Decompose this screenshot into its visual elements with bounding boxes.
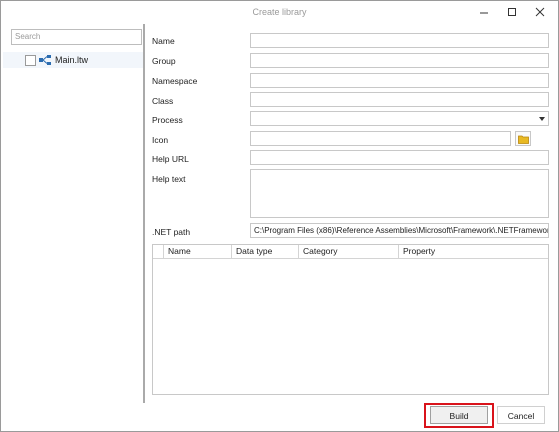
- grid-header: Name Data type Category Property: [153, 245, 548, 259]
- maximize-button[interactable]: [498, 4, 526, 20]
- grid-column-category[interactable]: Category: [298, 245, 398, 258]
- net-path-field[interactable]: C:\Program Files (x86)\Reference Assembl…: [250, 223, 549, 238]
- title-bar: Create library: [1, 1, 558, 23]
- tree-item-label: Main.ltw: [55, 55, 89, 65]
- icon-field[interactable]: [250, 131, 511, 146]
- namespace-field[interactable]: [250, 73, 549, 88]
- folder-icon: [518, 135, 529, 144]
- close-icon: [535, 7, 545, 17]
- minimize-button[interactable]: [470, 4, 498, 20]
- minimize-icon: [480, 12, 488, 14]
- grid-select-column[interactable]: [153, 245, 163, 258]
- process-label: Process: [152, 115, 183, 125]
- close-button[interactable]: [526, 4, 554, 20]
- grid-column-property[interactable]: Property: [398, 245, 548, 258]
- help-url-label: Help URL: [152, 154, 189, 164]
- workflow-icon: [39, 55, 51, 65]
- tree-item[interactable]: Main.ltw: [3, 52, 143, 68]
- chevron-down-icon: [539, 117, 545, 121]
- net-path-label: .NET path: [152, 227, 191, 237]
- class-field[interactable]: [250, 92, 549, 107]
- tree-item-checkbox[interactable]: [25, 55, 36, 66]
- icon-label: Icon: [152, 135, 169, 145]
- class-label: Class: [152, 96, 174, 106]
- browse-icon-button[interactable]: [515, 131, 531, 146]
- group-field[interactable]: [250, 53, 549, 68]
- pane-splitter[interactable]: [143, 24, 145, 403]
- maximize-icon: [508, 8, 516, 16]
- process-dropdown[interactable]: [250, 111, 549, 126]
- grid-column-data-type[interactable]: Data type: [231, 245, 298, 258]
- build-button[interactable]: Build: [430, 406, 488, 424]
- cancel-button[interactable]: Cancel: [497, 406, 545, 424]
- library-tree-pane: Search Main.ltw: [3, 24, 143, 403]
- search-input[interactable]: Search: [11, 29, 142, 45]
- namespace-label: Namespace: [152, 76, 198, 86]
- name-field[interactable]: [250, 33, 549, 48]
- create-library-dialog: Create library Search Main.ltw Name Grou: [0, 0, 559, 432]
- help-text-area[interactable]: [250, 169, 549, 218]
- group-label: Group: [152, 56, 176, 66]
- grid-column-name[interactable]: Name: [163, 245, 231, 258]
- help-url-field[interactable]: [250, 150, 549, 165]
- properties-grid[interactable]: Name Data type Category Property: [152, 244, 549, 395]
- name-label: Name: [152, 36, 175, 46]
- help-text-label: Help text: [152, 174, 186, 184]
